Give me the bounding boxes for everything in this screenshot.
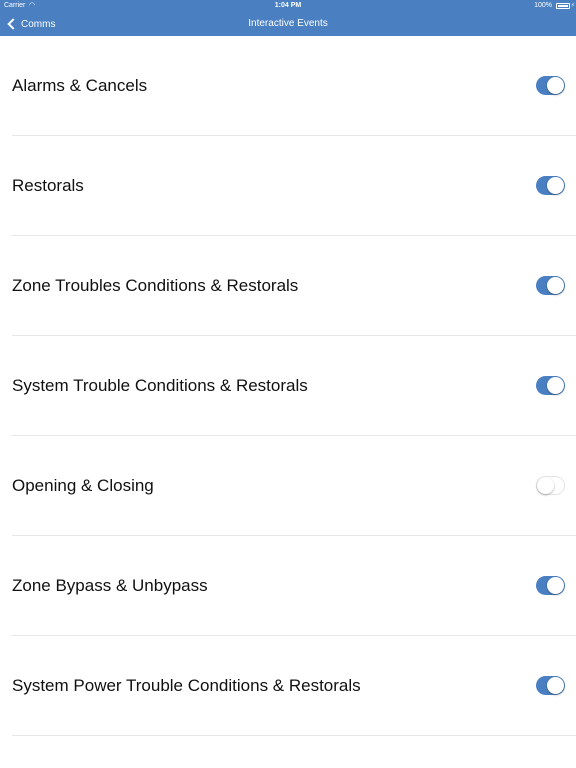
setting-label: Opening & Closing [12,476,154,495]
settings-row: System Power Trouble Conditions & Restor… [0,636,576,736]
battery-icon [556,3,570,9]
settings-row: Zone Bypass & Unbypass [0,536,576,636]
toggle-knob [537,477,554,494]
settings-row: Alarms & Cancels [0,36,576,136]
toggle-knob [547,377,564,394]
settings-row: Opening & Closing [0,436,576,536]
setting-label: Restorals [12,176,84,195]
charging-icon: ⚡ [570,3,575,9]
settings-row: System Trouble Conditions & Restorals [0,336,576,436]
status-time: 1:04 PM [274,2,302,9]
status-bar: Carrier ◠ 1:04 PM 100% ⚡ [0,0,576,12]
setting-toggle[interactable] [536,376,565,395]
setting-label: Alarms & Cancels [12,76,148,95]
setting-toggle[interactable] [536,176,565,195]
setting-toggle[interactable] [536,476,565,495]
toggle-knob [547,677,564,694]
toggle-knob [547,277,564,294]
battery-percentage: 100% [534,2,552,9]
settings-list: Alarms & Cancels Restorals Zone Troubles C… [0,36,576,736]
settings-row: Restorals [0,136,576,236]
settings-row: Zone Troubles Conditions & Restorals [0,236,576,336]
setting-toggle[interactable] [536,276,565,295]
setting-toggle[interactable] [536,76,565,95]
page-title: Interactive Events [248,18,328,29]
navigation-bar: Comms Interactive Events [0,12,576,36]
row-separator [12,735,576,736]
toggle-knob [547,577,564,594]
setting-toggle[interactable] [536,576,565,595]
toggle-knob [547,177,564,194]
toggle-knob [547,77,564,94]
setting-toggle[interactable] [536,676,565,695]
setting-label: Zone Bypass & Unbypass [12,576,208,595]
setting-label: Zone Troubles Conditions & Restorals [12,276,299,295]
setting-label: System Trouble Conditions & Restorals [12,376,308,395]
setting-label: System Power Trouble Conditions & Restor… [12,676,361,695]
